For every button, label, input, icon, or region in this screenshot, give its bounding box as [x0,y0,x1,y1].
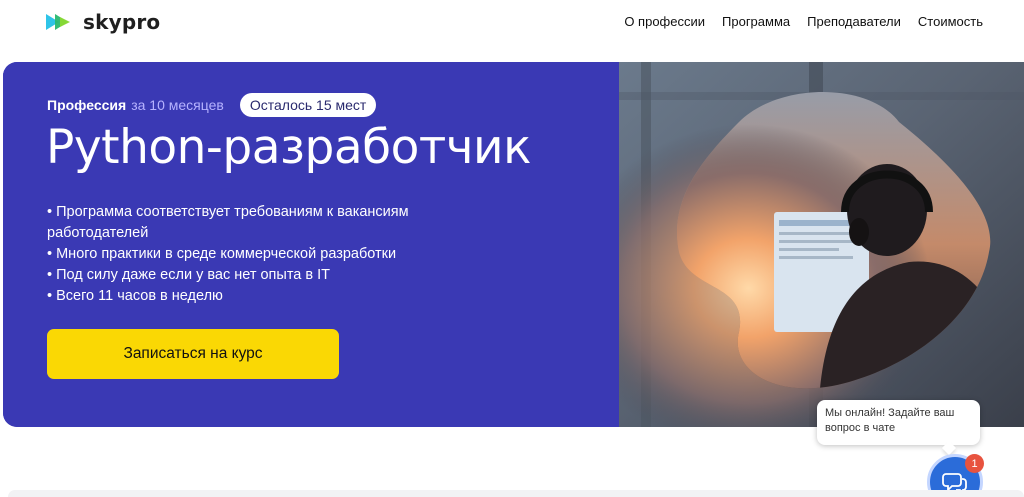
nav-item-about[interactable]: О профессии [624,14,705,29]
duration-label: за 10 месяцев [131,97,224,113]
play-triangles-icon [46,14,70,30]
feature-item: • Программа соответствует требованиям к … [47,204,409,241]
tagline: Профессия за 10 месяцев Осталось 15 мест [47,93,377,117]
profession-label: Профессия [47,97,127,113]
logo-text: skypro [83,10,161,34]
next-section-edge [8,490,1024,497]
hero-banner: Профессия за 10 месяцев Осталось 15 мест… [3,62,1024,427]
logo[interactable]: skypro [46,10,160,34]
nav-item-program[interactable]: Программа [722,14,790,29]
nav-item-teachers[interactable]: Преподаватели [807,14,901,29]
seats-left-badge: Осталось 15 мест [239,93,377,117]
person-with-headphones-at-laptop-image [619,62,1024,427]
chat-greeting-bubble[interactable]: Мы онлайн! Задайте ваш вопрос в чате [817,400,980,445]
page-title: Python-разработчик [46,120,531,175]
enroll-button[interactable]: Записаться на курс [47,329,339,379]
feature-item: • Под силу даже если у вас нет опыта в I… [47,267,331,283]
feature-item: • Много практики в среде коммерческой ра… [47,246,397,262]
site-header: skypro О профессии Программа Преподавате… [0,0,1024,44]
main-nav: О профессии Программа Преподаватели Стои… [624,14,983,29]
nav-item-price[interactable]: Стоимость [918,14,983,29]
unread-count-badge: 1 [965,454,984,473]
hero-content: Профессия за 10 месяцев Осталось 15 мест… [3,62,619,427]
feature-list: • Программа соответствует требованиям к … [47,202,487,307]
feature-item: • Всего 11 часов в неделю [47,288,223,304]
